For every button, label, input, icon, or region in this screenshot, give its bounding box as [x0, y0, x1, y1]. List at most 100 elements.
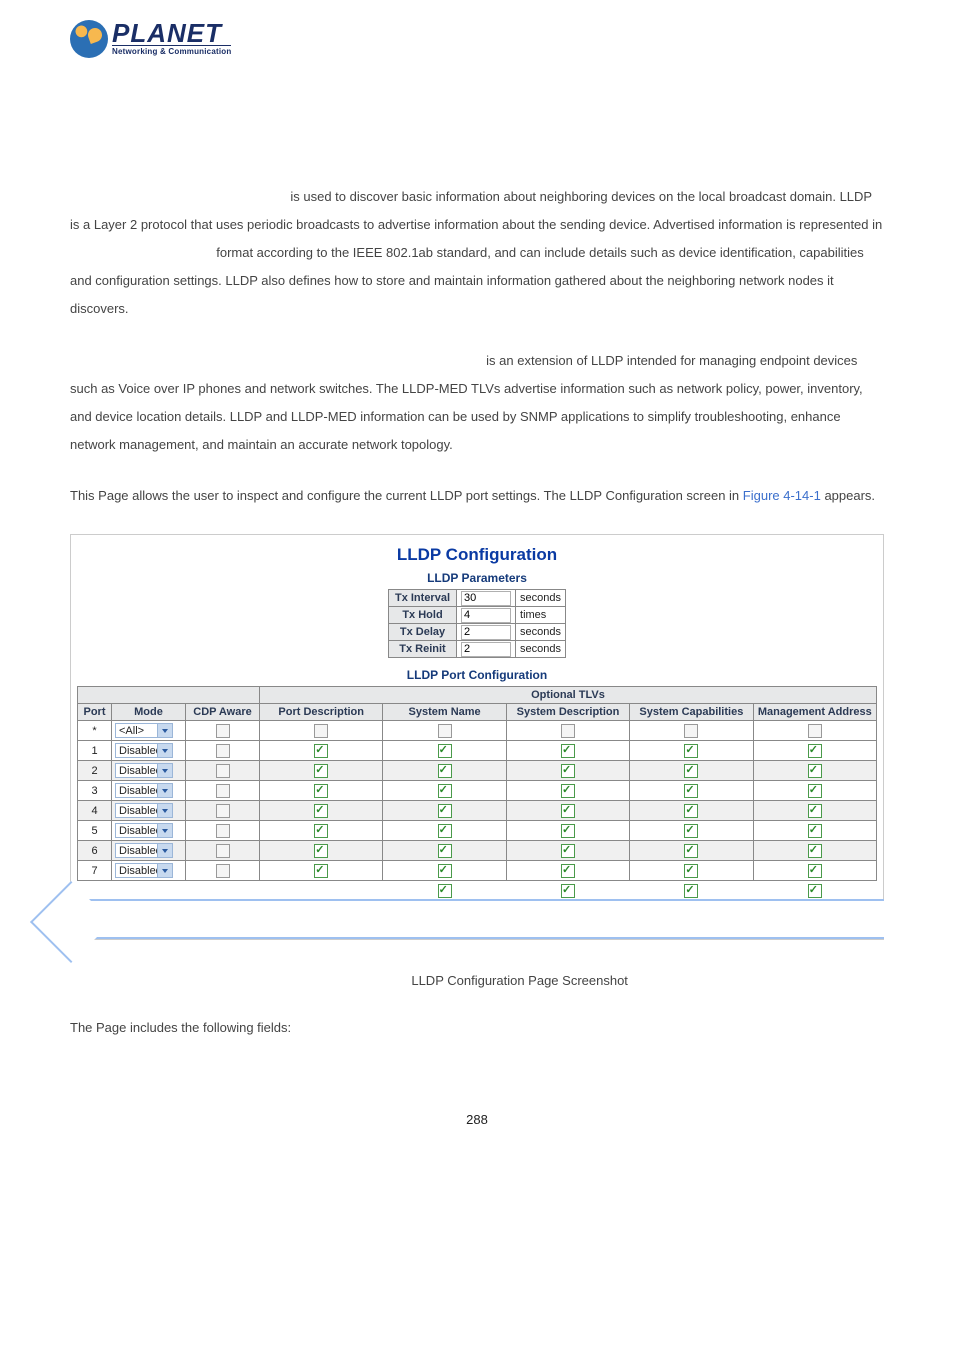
mode-select[interactable]: Disabled — [115, 763, 173, 778]
chevron-down-icon — [157, 824, 172, 837]
tlv-checkbox[interactable] — [561, 824, 575, 838]
cdp-aware-checkbox[interactable] — [216, 844, 230, 858]
chevron-down-icon — [157, 844, 172, 857]
fields-intro: The Page includes the following fields: — [70, 1014, 884, 1042]
tlv-checkbox[interactable] — [684, 864, 698, 878]
param-unit: seconds — [516, 641, 566, 658]
tlv-checkbox[interactable] — [314, 784, 328, 798]
param-input[interactable] — [461, 625, 511, 640]
tlv-checkbox[interactable] — [684, 804, 698, 818]
tlv-checkbox[interactable] — [438, 804, 452, 818]
tlv-checkbox[interactable] — [684, 824, 698, 838]
tlv-checkbox[interactable] — [438, 844, 452, 858]
page-number: 288 — [70, 1112, 884, 1127]
mode-select[interactable]: Disabled — [115, 783, 173, 798]
column-header: System Capabilities — [630, 704, 753, 721]
tlv-checkbox[interactable] — [808, 884, 822, 898]
tlv-checkbox[interactable] — [438, 784, 452, 798]
tlv-checkbox[interactable] — [808, 744, 822, 758]
column-header: Mode — [112, 704, 186, 721]
logo: PLANET Networking & Communication — [70, 20, 884, 68]
cdp-aware-checkbox[interactable] — [216, 744, 230, 758]
cdp-aware-checkbox[interactable] — [216, 804, 230, 818]
chevron-down-icon — [157, 764, 172, 777]
param-input[interactable] — [461, 591, 511, 606]
tlv-checkbox[interactable] — [561, 724, 575, 738]
tlv-checkbox[interactable] — [684, 784, 698, 798]
column-header: Port Description — [260, 704, 383, 721]
tlv-checkbox[interactable] — [684, 844, 698, 858]
logo-globe-icon — [70, 20, 108, 58]
cdp-aware-checkbox[interactable] — [216, 764, 230, 778]
param-input[interactable] — [461, 608, 511, 623]
mode-select[interactable]: Disabled — [115, 803, 173, 818]
tlv-checkbox[interactable] — [561, 744, 575, 758]
tlv-checkbox[interactable] — [684, 764, 698, 778]
optional-tlvs-header: Optional TLVs — [260, 687, 877, 704]
tlv-checkbox[interactable] — [438, 884, 452, 898]
logo-name: PLANET — [112, 22, 231, 45]
mode-select[interactable]: Disabled — [115, 863, 173, 878]
tlv-checkbox[interactable] — [561, 864, 575, 878]
tlv-checkbox[interactable] — [314, 824, 328, 838]
para-config-desc: This Page allows the user to inspect and… — [70, 482, 884, 510]
tlv-checkbox[interactable] — [561, 844, 575, 858]
tlv-checkbox[interactable] — [438, 764, 452, 778]
tlv-checkbox[interactable] — [438, 744, 452, 758]
lldp-params-title: LLDP Parameters — [71, 571, 883, 585]
mode-select[interactable]: Disabled — [115, 823, 173, 838]
figure-link[interactable]: Figure 4-14-1 — [743, 488, 821, 503]
column-header: Management Address — [753, 704, 876, 721]
tlv-checkbox[interactable] — [314, 864, 328, 878]
tlv-checkbox[interactable] — [561, 764, 575, 778]
column-header: System Name — [383, 704, 506, 721]
column-header: CDP Aware — [186, 704, 260, 721]
tlv-checkbox[interactable] — [438, 824, 452, 838]
tlv-checkbox[interactable] — [314, 744, 328, 758]
port-number: 7 — [78, 861, 112, 881]
tlv-checkbox[interactable] — [438, 864, 452, 878]
port-number: 1 — [78, 741, 112, 761]
tlv-checkbox[interactable] — [561, 784, 575, 798]
chevron-down-icon — [157, 784, 172, 797]
tlv-checkbox[interactable] — [684, 724, 698, 738]
tlv-checkbox[interactable] — [808, 864, 822, 878]
cdp-aware-checkbox[interactable] — [216, 864, 230, 878]
tlv-checkbox[interactable] — [561, 884, 575, 898]
tlv-checkbox[interactable] — [314, 764, 328, 778]
mode-select[interactable]: Disabled — [115, 743, 173, 758]
tlv-checkbox[interactable] — [561, 804, 575, 818]
port-number: 6 — [78, 841, 112, 861]
param-unit: seconds — [516, 624, 566, 641]
tlv-checkbox[interactable] — [808, 784, 822, 798]
port-number: 2 — [78, 761, 112, 781]
cdp-aware-checkbox[interactable] — [216, 824, 230, 838]
tlv-checkbox[interactable] — [808, 844, 822, 858]
param-unit: times — [516, 607, 566, 624]
tlv-checkbox[interactable] — [808, 804, 822, 818]
port-number: 5 — [78, 821, 112, 841]
screenshot-title: LLDP Configuration — [71, 545, 883, 565]
tlv-checkbox[interactable] — [684, 884, 698, 898]
port-number: 3 — [78, 781, 112, 801]
chevron-down-icon — [157, 864, 172, 877]
tlv-checkbox[interactable] — [314, 804, 328, 818]
cdp-aware-checkbox[interactable] — [216, 724, 230, 738]
tlv-checkbox[interactable] — [314, 844, 328, 858]
mode-select[interactable]: <All> — [115, 723, 173, 738]
tlv-checkbox[interactable] — [684, 744, 698, 758]
lldp-config-screenshot: LLDP Configuration LLDP Parameters Tx In… — [70, 534, 884, 940]
param-unit: seconds — [516, 590, 566, 607]
tlv-checkbox[interactable] — [314, 724, 328, 738]
param-input[interactable] — [461, 642, 511, 657]
cdp-aware-checkbox[interactable] — [216, 784, 230, 798]
logo-tagline: Networking & Communication — [112, 45, 231, 56]
tlv-checkbox[interactable] — [808, 724, 822, 738]
port-number: * — [78, 721, 112, 741]
tlv-checkbox[interactable] — [808, 764, 822, 778]
mode-select[interactable]: Disabled — [115, 843, 173, 858]
tlv-checkbox[interactable] — [808, 824, 822, 838]
tlv-checkbox[interactable] — [438, 724, 452, 738]
column-header: Port — [78, 704, 112, 721]
param-label: Tx Interval — [388, 590, 456, 607]
